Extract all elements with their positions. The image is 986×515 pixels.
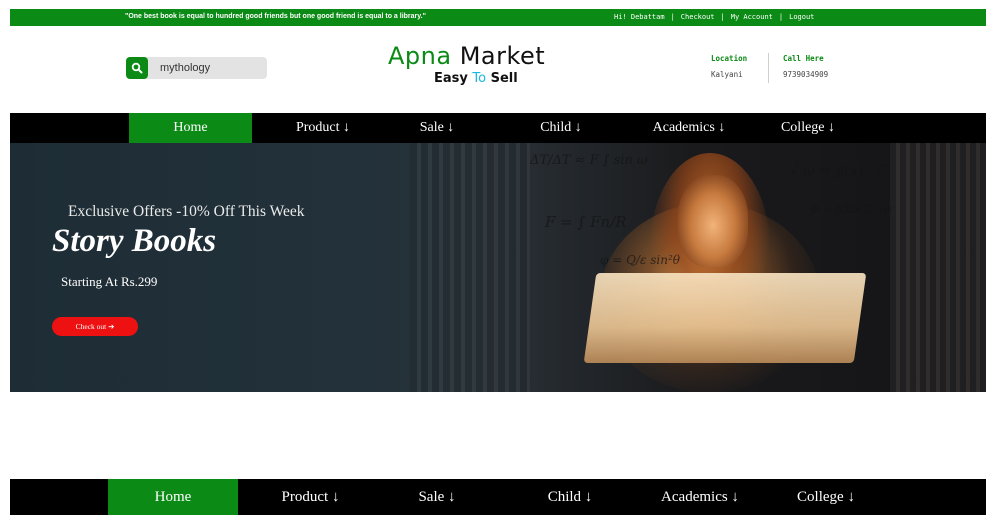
- main-nav: Home Product ↓ Sale ↓ Child ↓ Academics …: [10, 113, 986, 143]
- brand-name: Apna Market: [388, 42, 546, 70]
- call-block: Call Here 9739034909: [783, 54, 828, 79]
- separator: |: [670, 13, 675, 21]
- search-input[interactable]: [160, 60, 260, 76]
- bookshelf-image: [410, 143, 530, 392]
- formula-decoration: √ ω = g(x) · C: [790, 163, 888, 179]
- phone-number[interactable]: 9739034909: [783, 70, 828, 79]
- nav-product[interactable]: Product ↓: [263, 479, 358, 515]
- brand-tagline: Easy To Sell: [434, 71, 518, 86]
- formula-decoration: ΔT/ΔT ≈ F ∫ sin ω: [530, 153, 648, 168]
- formula-decoration: φ = Q/ε sin²θ: [600, 253, 680, 267]
- nav-college[interactable]: College ↓: [768, 113, 848, 143]
- nav-child[interactable]: Child ↓: [520, 113, 602, 143]
- nav-academics[interactable]: Academics ↓: [634, 113, 744, 143]
- check-out-button[interactable]: Check out ➔: [52, 317, 138, 336]
- location-label: Location: [711, 54, 748, 63]
- nav-sale[interactable]: Sale ↓: [402, 479, 472, 515]
- brand-logo[interactable]: Apna Market Easy To Sell: [388, 42, 588, 92]
- search-box: [126, 57, 267, 79]
- nav-child[interactable]: Child ↓: [530, 479, 610, 515]
- checkout-link[interactable]: Checkout: [681, 13, 715, 21]
- search-icon: [131, 62, 143, 74]
- location-value: Kalyani: [711, 70, 743, 79]
- call-label: Call Here: [783, 54, 824, 63]
- nav-home[interactable]: Home: [108, 479, 238, 515]
- nav-home[interactable]: Home: [129, 113, 252, 143]
- girl-face-image: [678, 175, 748, 267]
- divider: [768, 53, 769, 83]
- formula-decoration: Φ = NBS Σ hw: [810, 203, 892, 216]
- hero-title: Story Books: [52, 223, 217, 259]
- logout-link[interactable]: Logout: [789, 13, 814, 21]
- nav-academics[interactable]: Academics ↓: [645, 479, 755, 515]
- hero-banner: ΔT/ΔT ≈ F ∫ sin ω F = ∫ Fn/R √ ω = g(x) …: [10, 143, 986, 392]
- hero-price: Starting At Rs.299: [61, 274, 158, 289]
- greeting-link[interactable]: Hi! Debattam: [614, 13, 665, 21]
- hero-offer-text: Exclusive Offers -10% Off This Week: [68, 203, 305, 220]
- open-book-image: [583, 273, 867, 363]
- quote-text: "One best book is equal to hundred good …: [125, 13, 426, 20]
- my-account-link[interactable]: My Account: [731, 13, 773, 21]
- formula-decoration: F = ∫ Fn/R: [545, 213, 627, 231]
- nav-sale[interactable]: Sale ↓: [402, 113, 472, 143]
- bookshelf-image: [890, 143, 986, 392]
- separator: |: [778, 13, 784, 21]
- location-block: Location Kalyani: [711, 54, 747, 79]
- search-button[interactable]: [126, 57, 148, 79]
- separator: |: [720, 13, 725, 21]
- nav-college[interactable]: College ↓: [785, 479, 867, 515]
- nav-product[interactable]: Product ↓: [272, 113, 374, 143]
- secondary-nav: Home Product ↓ Sale ↓ Child ↓ Academics …: [10, 479, 986, 515]
- account-links: Hi! Debattam | Checkout | My Account | Logout: [614, 13, 814, 21]
- top-announcement-bar: "One best book is equal to hundred good …: [10, 9, 986, 26]
